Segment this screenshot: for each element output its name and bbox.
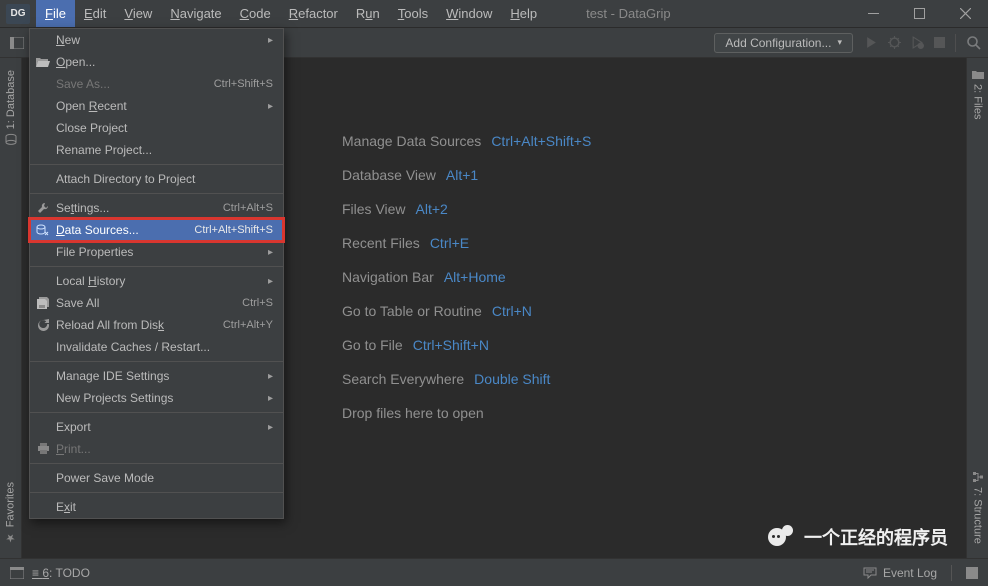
menu-open[interactable]: Open... — [30, 51, 283, 73]
menu-navigate[interactable]: Navigate — [161, 0, 230, 27]
menu-open-recent[interactable]: Open Recent▸ — [30, 95, 283, 117]
add-configuration-label: Add Configuration... — [725, 36, 831, 50]
reload-icon — [35, 319, 51, 332]
menu-separator — [30, 463, 283, 464]
submenu-arrow-icon: ▸ — [268, 393, 273, 404]
menu-manage-ide-settings[interactable]: Manage IDE Settings▸ — [30, 365, 283, 387]
menu-window[interactable]: Window — [437, 0, 501, 27]
menu-print: Print... — [30, 438, 283, 460]
debug-icon[interactable] — [888, 36, 901, 49]
menu-view[interactable]: View — [115, 0, 161, 27]
welcome-hints: Manage Data SourcesCtrl+Alt+Shift+S Data… — [342, 133, 842, 439]
menu-edit[interactable]: Edit — [75, 0, 115, 27]
add-configuration-button[interactable]: Add Configuration... ▾ — [714, 33, 853, 53]
menu-close-project[interactable]: Close Project — [30, 117, 283, 139]
hint-row: Database ViewAlt+1 — [342, 167, 842, 183]
hint-row: Recent FilesCtrl+E — [342, 235, 842, 251]
hint-row: Go to FileCtrl+Shift+N — [342, 337, 842, 353]
menu-bar: File Edit View Navigate Code Refactor Ru… — [36, 0, 546, 27]
status-bar: ≡ 6: TODO Event Log — [0, 558, 988, 586]
right-tool-strip: 2: Files 7: Structure — [966, 58, 988, 558]
menu-power-save[interactable]: Power Save Mode — [30, 467, 283, 489]
submenu-arrow-icon: ▸ — [268, 247, 273, 258]
tool-window-quick-access-icon[interactable] — [10, 567, 24, 579]
chevron-down-icon: ▾ — [837, 37, 842, 48]
menu-run[interactable]: Run — [347, 0, 389, 27]
save-all-icon — [35, 297, 51, 310]
menu-attach-directory[interactable]: Attach Directory to Project — [30, 168, 283, 190]
separator — [951, 565, 952, 581]
menu-settings[interactable]: Settings...Ctrl+Alt+S — [30, 197, 283, 219]
menu-export[interactable]: Export▸ — [30, 416, 283, 438]
menu-new[interactable]: New▸ — [30, 29, 283, 51]
event-log-icon — [863, 567, 877, 579]
folder-icon — [972, 70, 984, 80]
hint-row: Go to Table or RoutineCtrl+N — [342, 303, 842, 319]
database-icon — [5, 133, 17, 145]
submenu-arrow-icon: ▸ — [268, 276, 273, 287]
print-icon — [35, 443, 51, 455]
window-maximize[interactable] — [896, 0, 942, 27]
menu-reload-from-disk[interactable]: Reload All from DiskCtrl+Alt+Y — [30, 314, 283, 336]
submenu-arrow-icon: ▸ — [268, 422, 273, 433]
left-tab-favorites[interactable]: ★ Favorites — [2, 476, 19, 550]
hint-row: Search EverywhereDouble Shift — [342, 371, 842, 387]
structure-icon — [972, 471, 984, 483]
hint-row: Drop files here to open — [342, 405, 842, 421]
project-view-icon[interactable] — [6, 37, 28, 49]
menu-separator — [30, 266, 283, 267]
submenu-arrow-icon: ▸ — [268, 35, 273, 46]
window-controls — [850, 0, 988, 27]
menu-separator — [30, 412, 283, 413]
menu-separator — [30, 193, 283, 194]
hint-row: Navigation BarAlt+Home — [342, 269, 842, 285]
menu-invalidate-caches[interactable]: Invalidate Caches / Restart... — [30, 336, 283, 358]
left-tab-database[interactable]: 1: Database — [3, 64, 19, 151]
menu-save-all[interactable]: Save AllCtrl+S — [30, 292, 283, 314]
menu-exit[interactable]: Exit — [30, 496, 283, 518]
todo-tab[interactable]: ≡ 6: TODO — [32, 566, 90, 580]
menu-separator — [30, 164, 283, 165]
star-icon: ★ — [4, 531, 17, 544]
menu-rename-project[interactable]: Rename Project... — [30, 139, 283, 161]
window-close[interactable] — [942, 0, 988, 27]
datasource-icon — [35, 224, 51, 236]
menu-local-history[interactable]: Local History▸ — [30, 270, 283, 292]
wrench-icon — [35, 202, 51, 215]
menu-code[interactable]: Code — [231, 0, 280, 27]
event-log-button[interactable]: Event Log — [863, 566, 937, 580]
right-tab-files[interactable]: 2: Files — [970, 64, 986, 125]
hint-row: Files ViewAlt+2 — [342, 201, 842, 217]
search-everywhere-icon[interactable] — [966, 35, 982, 51]
menu-save-as: Save As...Ctrl+Shift+S — [30, 73, 283, 95]
left-tool-strip: 1: Database ★ Favorites — [0, 58, 22, 558]
app-logo: DG — [6, 4, 30, 24]
submenu-arrow-icon: ▸ — [268, 101, 273, 112]
run-icon[interactable] — [865, 36, 878, 49]
menu-new-projects-settings[interactable]: New Projects Settings▸ — [30, 387, 283, 409]
ide-status-icon[interactable] — [966, 567, 978, 579]
menu-separator — [30, 361, 283, 362]
folder-open-icon — [35, 57, 51, 68]
window-title: test - DataGrip — [546, 6, 850, 21]
menu-separator — [30, 492, 283, 493]
menu-tools[interactable]: Tools — [389, 0, 437, 27]
window-minimize[interactable] — [850, 0, 896, 27]
right-tab-structure[interactable]: 7: Structure — [970, 465, 986, 550]
submenu-arrow-icon: ▸ — [268, 371, 273, 382]
stop-icon[interactable] — [934, 37, 945, 48]
run-with-coverage-icon[interactable] — [911, 36, 924, 49]
menu-file[interactable]: File — [36, 0, 75, 27]
file-menu-dropdown: New▸ Open... Save As...Ctrl+Shift+S Open… — [29, 28, 284, 519]
hint-row: Manage Data SourcesCtrl+Alt+Shift+S — [342, 133, 842, 149]
menu-refactor[interactable]: Refactor — [280, 0, 347, 27]
menu-help[interactable]: Help — [501, 0, 546, 27]
title-bar: DG File Edit View Navigate Code Refactor… — [0, 0, 988, 28]
menu-data-sources[interactable]: Data Sources...Ctrl+Alt+Shift+S — [30, 219, 283, 241]
menu-file-properties[interactable]: File Properties▸ — [30, 241, 283, 263]
